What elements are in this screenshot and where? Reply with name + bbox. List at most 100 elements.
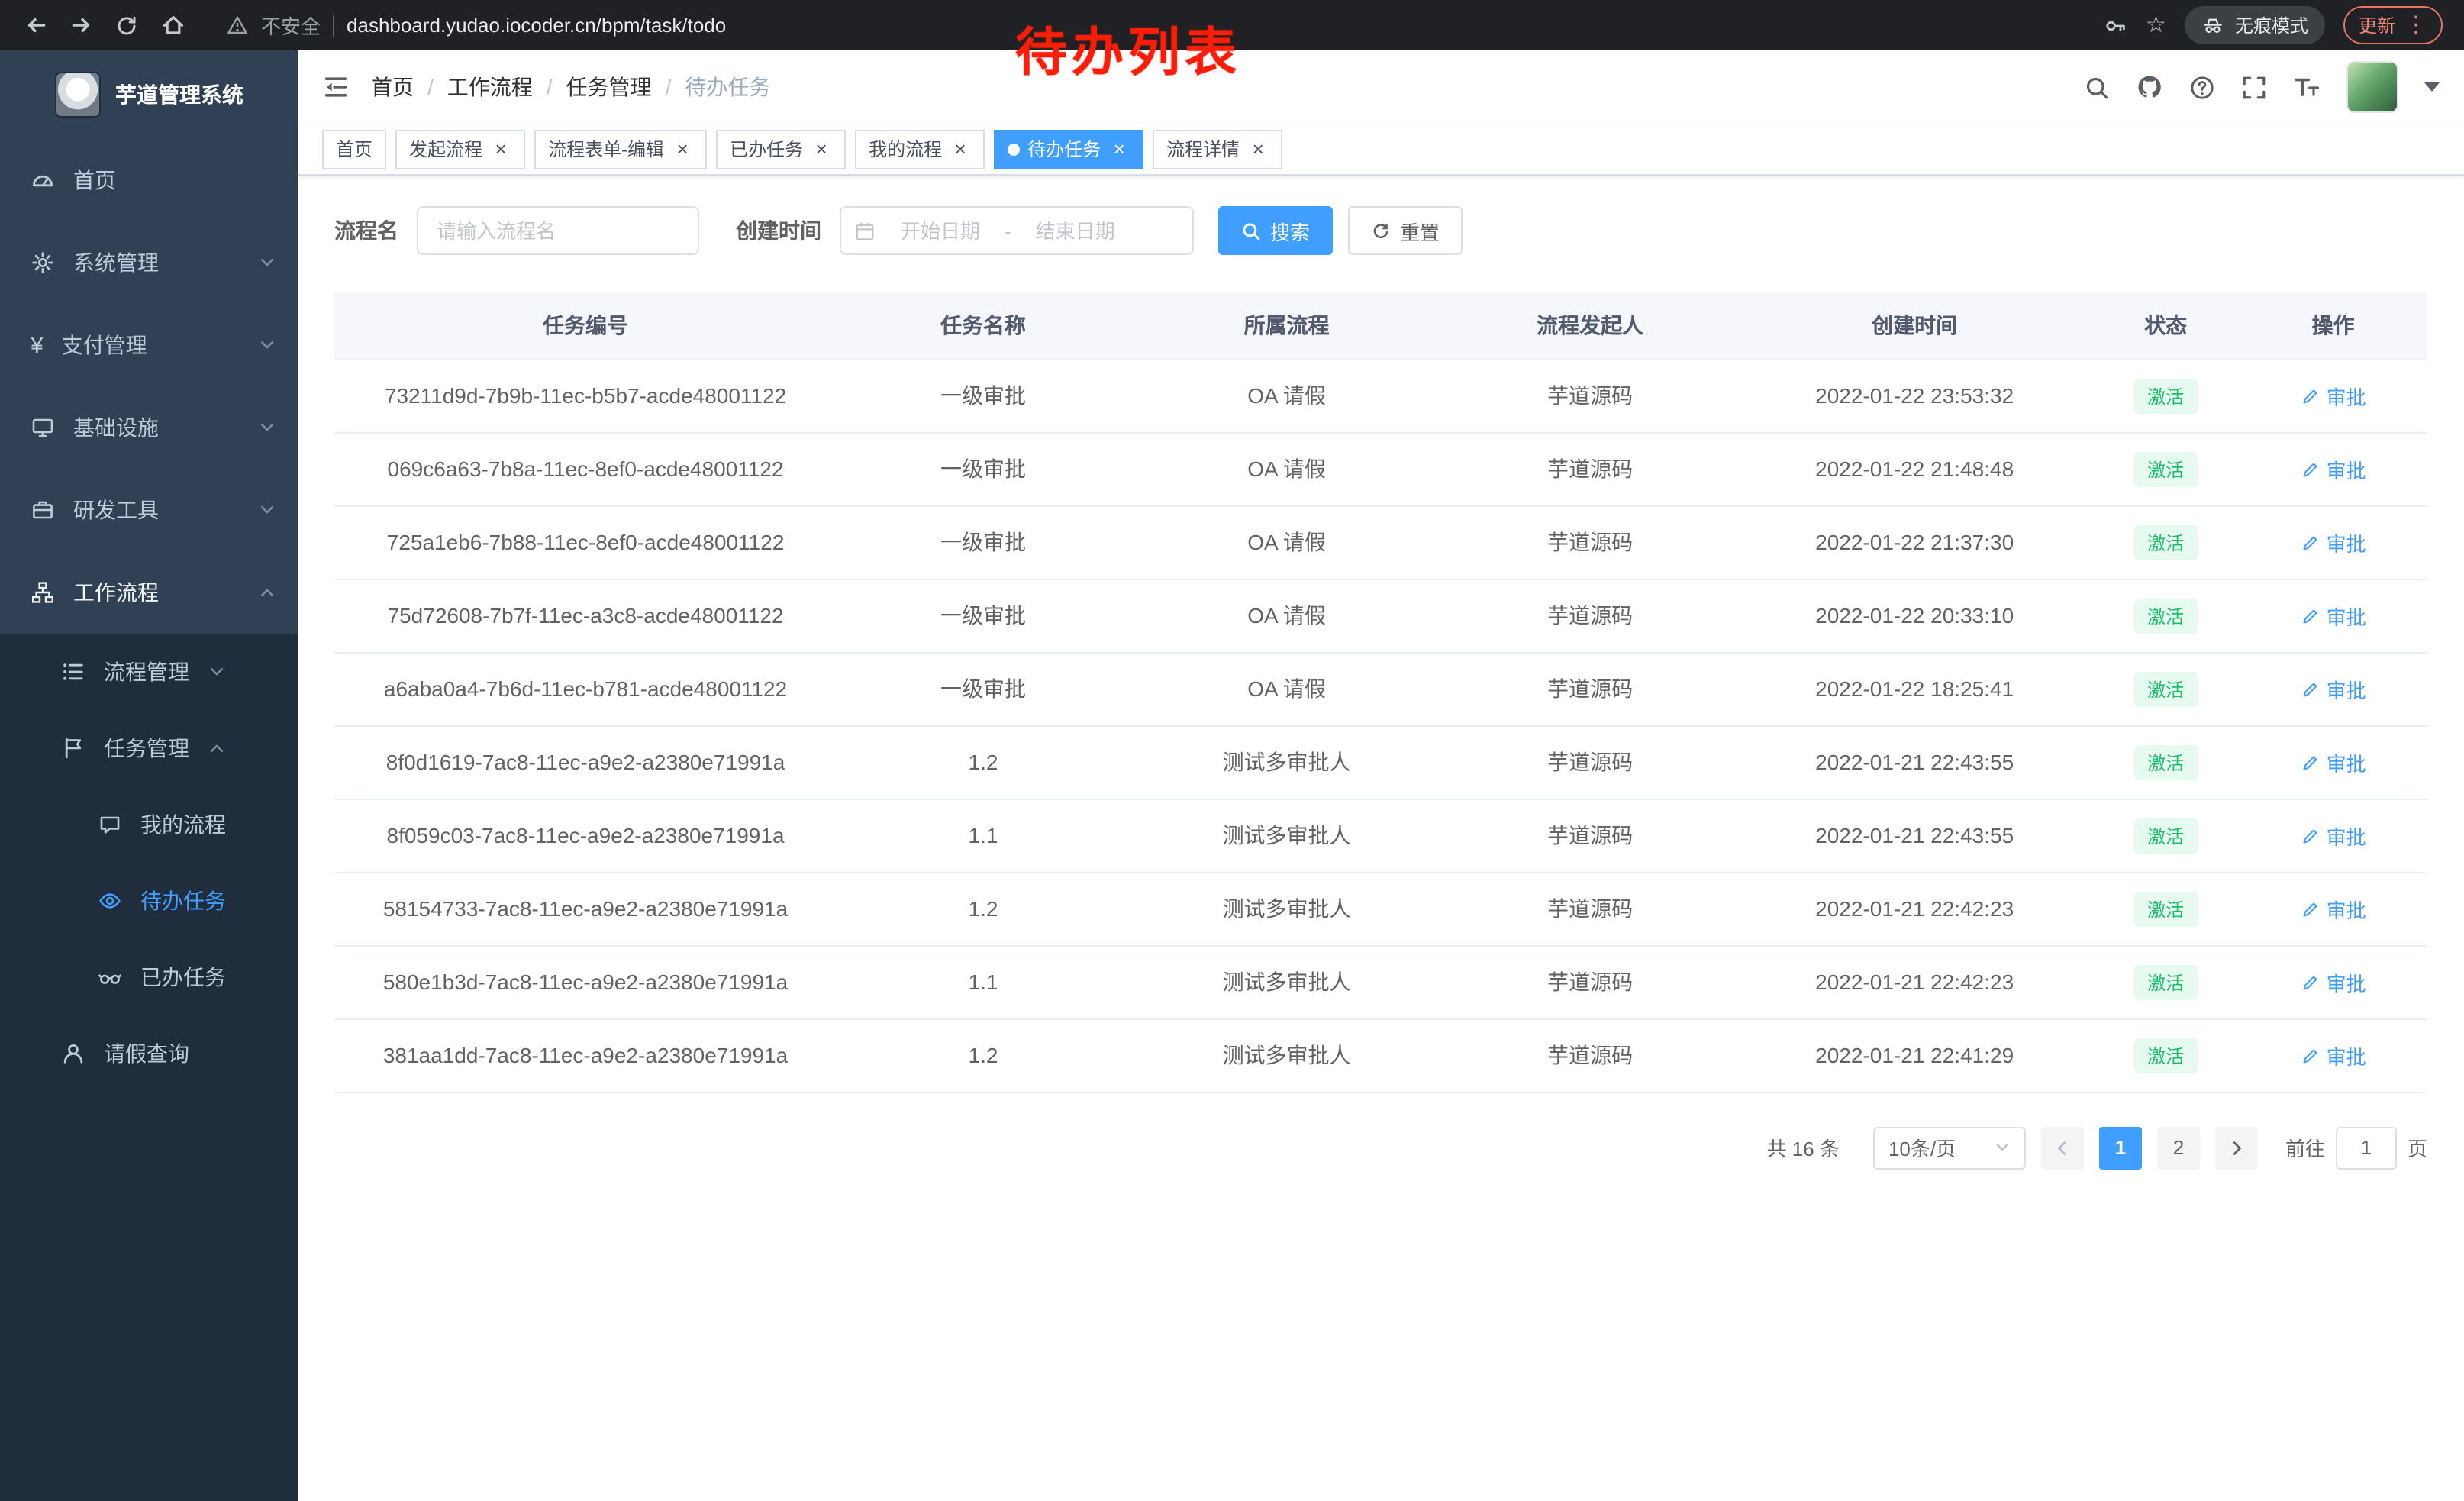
update-button[interactable]: 更新 ⋮	[2343, 6, 2443, 44]
tab-home[interactable]: 首页	[322, 129, 386, 169]
approve-link[interactable]: 审批	[2301, 821, 2366, 850]
sidebar-item-leave-query[interactable]: 请假查询	[0, 1015, 298, 1092]
logo-avatar	[54, 72, 100, 118]
back-button[interactable]	[15, 5, 55, 45]
approve-link-label: 审批	[2327, 1041, 2366, 1070]
screen: 不安全 dashboard.yudao.iocoder.cn/bpm/task/…	[0, 0, 2464, 1501]
sidebar-item-process-mgmt[interactable]: 流程管理	[0, 634, 298, 710]
calendar-icon	[853, 219, 876, 242]
bookmark-star-icon[interactable]: ☆	[2146, 14, 2166, 37]
search-icon[interactable]	[2084, 74, 2110, 100]
cell-initiator: 芋道源码	[1443, 505, 1737, 579]
approve-link[interactable]: 审批	[2301, 528, 2366, 557]
sidebar-item-label: 已办任务	[140, 962, 226, 993]
app-logo[interactable]: 芋道管理系统	[0, 50, 298, 139]
sidebar-item-done-tasks[interactable]: 已办任务	[0, 939, 298, 1015]
font-size-icon[interactable]	[2293, 73, 2320, 101]
sidebar-item-devtools[interactable]: 研发工具	[0, 469, 298, 551]
sidebar-item-home[interactable]: 首页	[0, 139, 298, 221]
cell-task-name: 1.2	[837, 872, 1130, 945]
col-initiator: 流程发起人	[1443, 292, 1737, 359]
approve-link[interactable]: 审批	[2301, 454, 2366, 483]
tab-start-process[interactable]: 发起流程 ×	[395, 129, 525, 169]
kebab-menu-icon[interactable]: ⋮	[2404, 14, 2427, 37]
cell-status: 激活	[2092, 432, 2239, 505]
breadcrumb: 首页 / 工作流程 / 任务管理 / 待办任务	[371, 72, 770, 102]
close-icon[interactable]: ×	[1108, 138, 1130, 160]
next-page-button[interactable]	[2215, 1126, 2258, 1169]
sidebar-item-system[interactable]: 系统管理	[0, 221, 298, 304]
cell-process: OA 请假	[1130, 505, 1443, 579]
reload-button[interactable]	[107, 5, 147, 45]
tab-my-process[interactable]: 我的流程 ×	[855, 129, 985, 169]
close-icon[interactable]: ×	[950, 138, 971, 160]
search-button[interactable]: 搜索	[1218, 206, 1333, 255]
cell-created: 2022-01-21 22:42:23	[1737, 945, 2092, 1018]
sidebar-item-my-process[interactable]: 我的流程	[0, 786, 298, 863]
github-icon[interactable]	[2136, 73, 2163, 101]
sidebar-item-task-mgmt[interactable]: 任务管理	[0, 710, 298, 786]
tab-label: 流程表单-编辑	[548, 136, 664, 162]
close-icon[interactable]: ×	[811, 138, 832, 160]
tab-todo-tasks[interactable]: 待办任务 ×	[994, 129, 1143, 169]
end-date-input[interactable]	[1018, 219, 1134, 242]
approve-link[interactable]: 审批	[2301, 1041, 2366, 1070]
cell-status: 激活	[2092, 359, 2239, 432]
approve-link[interactable]: 审批	[2301, 747, 2366, 776]
breadcrumb-task-mgmt[interactable]: 任务管理	[566, 72, 652, 102]
sidebar-item-todo-tasks[interactable]: 待办任务	[0, 863, 298, 939]
reset-button[interactable]: 重置	[1348, 206, 1463, 255]
edit-icon	[2301, 605, 2320, 625]
breadcrumb-home[interactable]: 首页	[371, 72, 414, 102]
search-icon	[1241, 221, 1261, 240]
filter-bar: 流程名 创建时间 - 搜索 重置	[334, 206, 2427, 255]
user-avatar[interactable]	[2346, 61, 2398, 113]
sidebar-item-label: 系统管理	[73, 247, 240, 278]
gear-icon	[31, 250, 55, 275]
approve-link[interactable]: 审批	[2301, 967, 2366, 996]
cell-task-name: 一级审批	[837, 579, 1130, 652]
approve-link[interactable]: 审批	[2301, 674, 2366, 703]
home-button[interactable]	[153, 5, 192, 45]
incognito-label: 无痕模式	[2235, 12, 2308, 38]
breadcrumb-workflow[interactable]: 工作流程	[447, 72, 533, 102]
sidebar-item-workflow[interactable]: 工作流程	[0, 551, 298, 634]
cell-task-name: 一级审批	[837, 505, 1130, 579]
user-menu-caret-icon[interactable]	[2424, 82, 2440, 92]
tab-done-tasks[interactable]: 已办任务 ×	[716, 129, 846, 169]
table-row: 8f059c03-7ac8-11ec-a9e2-a2380e71991a 1.1…	[334, 799, 2427, 872]
cell-status: 激活	[2092, 652, 2239, 725]
cell-initiator: 芋道源码	[1443, 945, 1737, 1018]
cell-initiator: 芋道源码	[1443, 1018, 1737, 1092]
goto-page-input[interactable]	[2336, 1126, 2397, 1169]
approve-link[interactable]: 审批	[2301, 381, 2366, 410]
start-date-input[interactable]	[882, 219, 998, 242]
tab-label: 已办任务	[730, 136, 803, 162]
cell-status: 激活	[2092, 799, 2239, 872]
close-icon[interactable]: ×	[672, 138, 693, 160]
sidebar-item-infra[interactable]: 基础设施	[0, 386, 298, 469]
process-name-input[interactable]	[417, 206, 699, 255]
page-unit-label: 页	[2408, 1133, 2427, 1162]
fullscreen-icon[interactable]	[2241, 74, 2267, 100]
close-icon[interactable]: ×	[490, 138, 511, 160]
key-icon[interactable]	[2103, 13, 2127, 37]
page-button-2[interactable]: 2	[2157, 1126, 2200, 1169]
navbar-actions	[2084, 61, 2440, 113]
tab-form-edit[interactable]: 流程表单-编辑 ×	[534, 129, 707, 169]
col-task-name: 任务名称	[837, 292, 1130, 359]
cell-created: 2022-01-21 22:43:55	[1737, 799, 2092, 872]
tab-process-detail[interactable]: 流程详情 ×	[1153, 129, 1282, 169]
tab-label: 首页	[336, 136, 373, 162]
forward-button[interactable]	[61, 5, 101, 45]
approve-link[interactable]: 审批	[2301, 601, 2366, 630]
date-range-picker[interactable]: -	[840, 206, 1194, 255]
collapse-sidebar-button[interactable]	[322, 73, 350, 101]
approve-link[interactable]: 审批	[2301, 894, 2366, 923]
help-icon[interactable]	[2189, 74, 2215, 100]
page-size-select[interactable]: 10条/页	[1873, 1126, 2026, 1169]
page-button-1[interactable]: 1	[2099, 1126, 2142, 1169]
close-icon[interactable]: ×	[1247, 138, 1269, 160]
sidebar-item-payment[interactable]: ¥ 支付管理	[0, 304, 298, 386]
prev-page-button[interactable]	[2041, 1126, 2084, 1169]
